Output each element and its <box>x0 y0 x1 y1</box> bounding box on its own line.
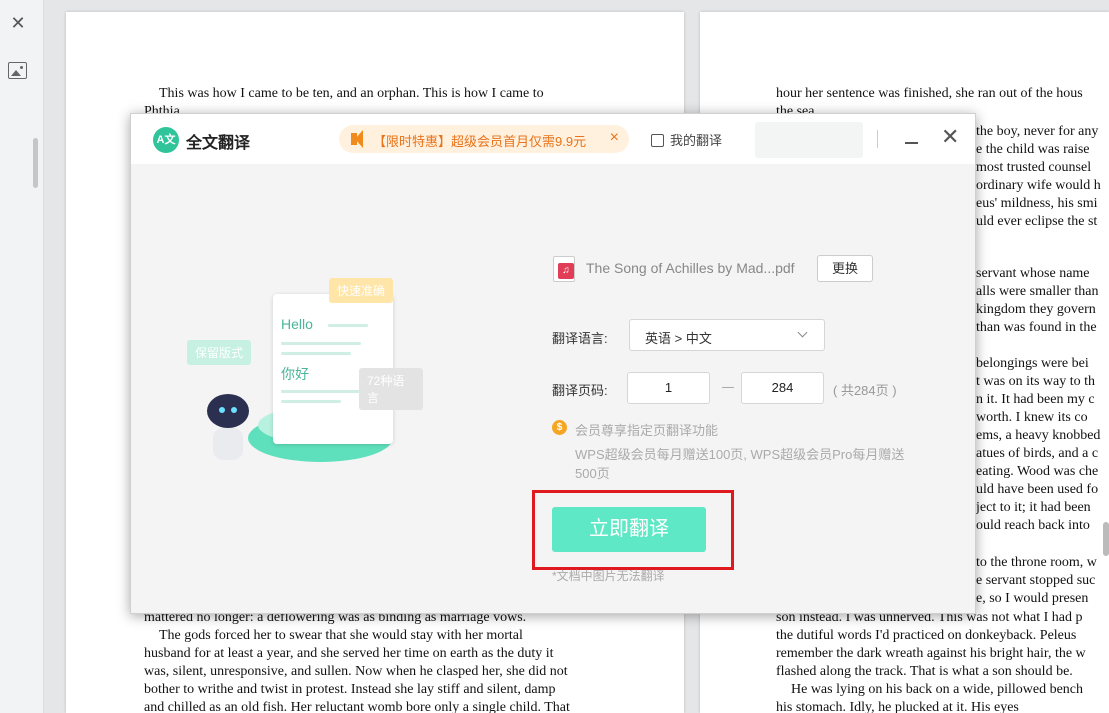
text-line: servant whose name <box>976 266 1090 281</box>
coin-icon: $ <box>552 420 567 435</box>
promo-close-icon[interactable]: × <box>610 129 619 147</box>
text-line: kingdom they govern <box>976 302 1096 317</box>
robot-body <box>213 428 243 460</box>
header-divider <box>877 130 878 148</box>
text-line: hour her sentence was finished, she ran … <box>776 86 1083 101</box>
text-line: than was found in the <box>976 320 1097 335</box>
text-line: This was how I came to be ten, and an or… <box>159 86 544 101</box>
close-icon[interactable]: ✕ <box>9 14 27 32</box>
chevron-down-icon <box>797 327 808 338</box>
illustration-line <box>281 390 366 393</box>
text-line: n it. It had been my c <box>976 392 1095 407</box>
translate-now-button[interactable]: 立即翻译 <box>552 507 706 552</box>
text-line: eating. Wood was che <box>976 464 1099 479</box>
dialog-header: A文 全文翻译 【限时特惠】超级会员首月仅需9.9元 × 我的翻译 ✕ <box>131 114 975 164</box>
tag-fast-accurate: 快速准确 <box>329 278 394 303</box>
my-translations-label: 我的翻译 <box>670 133 723 148</box>
text-line: belongings were bei <box>976 356 1089 371</box>
text-line: flashed along the track. That is what a … <box>776 664 1073 679</box>
text-line: his stomach. Idly, he plucked at it. His… <box>776 700 1019 713</box>
text-line: eus' mildness, his smi <box>976 196 1098 211</box>
page-to-input[interactable]: 284 <box>741 372 824 404</box>
text-line: ould reach back into <box>976 518 1090 533</box>
text-line: to the throne room, w <box>976 555 1097 570</box>
vertical-scrollbar[interactable] <box>33 138 38 188</box>
illustration-line <box>328 324 368 327</box>
tag-72-languages: 72种语言 <box>359 368 423 410</box>
total-pages: ( 共284页 ) <box>833 383 897 398</box>
illustration-line <box>281 400 341 403</box>
text-line: uld have been used fo <box>976 482 1099 497</box>
speaker-icon <box>351 130 363 148</box>
text-line: ems, a heavy knobbed <box>976 428 1101 443</box>
text-line: bother to writhe and twist in protest. I… <box>144 682 556 697</box>
text-line: t was on its way to th <box>976 374 1095 389</box>
text-line: uld ever eclipse the st <box>976 214 1098 229</box>
text-line: and chilled as an old fish. Her reluctan… <box>144 700 570 713</box>
text-line: the boy, never for any <box>976 124 1099 139</box>
page-range-dash <box>722 387 734 388</box>
promo-banner[interactable]: 【限时特惠】超级会员首月仅需9.9元 × <box>339 125 629 153</box>
text-line: alls were smaller than <box>976 284 1099 299</box>
user-avatar-area[interactable] <box>755 122 863 158</box>
minimize-icon[interactable] <box>904 128 920 150</box>
text-line: e the child was raise <box>976 142 1090 157</box>
illustration-hello: Hello <box>281 316 313 332</box>
document-icon <box>651 134 664 147</box>
page-scrollbar[interactable] <box>1103 522 1109 556</box>
text-line: ject to it; it had been <box>976 500 1091 515</box>
pdf-file-icon <box>553 256 575 282</box>
text-line: e, so I would presen <box>976 591 1089 606</box>
text-line: husband for at least a year, and she ser… <box>144 646 554 661</box>
full-text-translation-dialog: A文 全文翻译 【限时特惠】超级会员首月仅需9.9元 × 我的翻译 ✕ Hell… <box>130 113 976 614</box>
language-label: 翻译语言: <box>552 331 608 346</box>
page-from-input[interactable]: 1 <box>627 372 710 404</box>
text-line: was, silent, unresponsive, and sullen. N… <box>144 664 568 679</box>
robot-mascot-icon <box>205 394 253 472</box>
text-line: e servant stopped suc <box>976 573 1096 588</box>
text-line: the dutiful words I'd practiced on donke… <box>776 628 1077 643</box>
promo-text: 【限时特惠】超级会员首月仅需9.9元 <box>373 134 587 149</box>
text-line: worth. I knew its co <box>976 410 1088 425</box>
translate-logo-icon: A文 <box>153 127 179 153</box>
translation-illustration: Hello 你好 快速准确 保留版式 72种语言 <box>183 274 423 484</box>
dialog-title: 全文翻译 <box>186 135 251 152</box>
image-note: *文档中图片无法翻译 <box>552 569 665 583</box>
vip-feature-description: WPS超级会员每月赠送100页, WPS超级会员Pro每月赠送500页 <box>575 447 905 481</box>
left-toolbar: ✕ <box>0 0 44 713</box>
illustration-nihao: 你好 <box>281 366 309 382</box>
tag-keep-layout: 保留版式 <box>187 340 252 365</box>
image-icon[interactable] <box>8 62 27 79</box>
vip-feature-title: 会员尊享指定页翻译功能 <box>575 423 719 438</box>
my-translations-link[interactable]: 我的翻译 <box>651 130 722 149</box>
text-line: ordinary wife would h <box>976 178 1101 193</box>
robot-head <box>207 394 249 428</box>
illustration-line <box>281 352 351 355</box>
text-line: most trusted counsel <box>976 160 1092 175</box>
text-line: atues of birds, and a c <box>976 446 1099 461</box>
text-line: The gods forced her to swear that she wo… <box>159 628 523 643</box>
language-select[interactable]: 英语 > 中文 <box>629 319 825 351</box>
dialog-close-icon[interactable]: ✕ <box>941 125 959 149</box>
illustration-line <box>281 342 361 345</box>
language-value: 英语 > 中文 <box>645 331 712 346</box>
text-line: He was lying on his back on a wide, pill… <box>791 682 1083 697</box>
change-file-button[interactable]: 更换 <box>817 255 873 282</box>
text-line: remember the dark wreath against his bri… <box>776 646 1086 661</box>
robot-eye <box>231 407 237 413</box>
robot-eye <box>219 407 225 413</box>
file-name: The Song of Achilles by Mad...pdf <box>586 260 795 276</box>
pages-label: 翻译页码: <box>552 383 608 398</box>
